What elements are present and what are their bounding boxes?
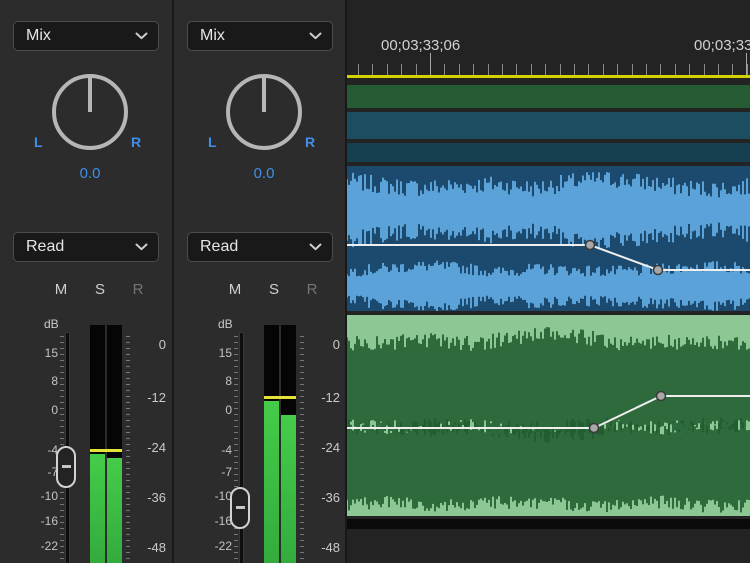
clip-video-track[interactable] xyxy=(347,85,750,108)
pan-right-label: R xyxy=(305,134,315,150)
solo-button[interactable]: S xyxy=(265,281,283,298)
level-meter-right xyxy=(281,325,296,563)
mute-button[interactable]: M xyxy=(52,281,70,298)
automation-mode-select[interactable]: Read xyxy=(13,232,159,262)
scale-tick-label: 0 xyxy=(196,403,232,417)
automation-mode-value: Read xyxy=(26,238,64,256)
scale-tick-label: 0 xyxy=(302,337,340,352)
track-divider-bar xyxy=(347,519,750,529)
audio-clip-1[interactable] xyxy=(347,166,750,311)
input-assign-select[interactable]: Mix xyxy=(13,21,159,51)
audio-track-mixer-window: Mix L R 0.0 Read M S R dB 15 8 0 -4 -7 -10 -16… xyxy=(0,0,750,563)
db-unit-label: dB xyxy=(44,317,59,331)
volume-fader[interactable] xyxy=(56,446,76,488)
level-meter-right xyxy=(107,325,122,563)
scale-tick-label: 15 xyxy=(196,346,232,360)
pan-knob[interactable] xyxy=(44,66,136,158)
scale-tick-label: -36 xyxy=(302,490,340,505)
scale-tick-label: -4 xyxy=(196,443,232,457)
scale-tick-label: 8 xyxy=(196,374,232,388)
scale-tick-label: 0 xyxy=(128,337,166,352)
chevron-down-icon xyxy=(135,243,148,251)
timeline-panel: 00;03;33;06 00;03;33 xyxy=(347,0,750,563)
level-meter-left xyxy=(264,325,279,563)
scale-tick-label: -48 xyxy=(302,540,340,555)
scale-tick-label: -7 xyxy=(196,465,232,479)
pan-value: 0.0 xyxy=(20,165,160,182)
scale-tick-label: -12 xyxy=(302,390,340,405)
automation-mode-value: Read xyxy=(200,238,238,256)
audio-clip-2[interactable] xyxy=(347,315,750,516)
scale-tick-label: -22 xyxy=(22,539,58,553)
record-arm-button[interactable]: R xyxy=(303,281,321,298)
scale-tick-label: -7 xyxy=(22,465,58,479)
scale-tick-label: 15 xyxy=(22,346,58,360)
clip-collapsed-track-2[interactable] xyxy=(347,143,750,162)
peak-hold-indicator xyxy=(90,449,122,452)
input-assign-value: Mix xyxy=(26,27,51,45)
pan-left-label: L xyxy=(34,134,43,150)
mixer-channel-strip-1: Mix L R 0.0 Read M S R dB 15 8 0 -4 -7 -10 -16… xyxy=(0,0,172,563)
pan-left-label: L xyxy=(208,134,217,150)
peak-hold-indicator xyxy=(264,396,296,399)
chevron-down-icon xyxy=(309,32,322,40)
scale-tick-label: -10 xyxy=(22,489,58,503)
scale-tick-label: 8 xyxy=(22,374,58,388)
scale-tick-label: -24 xyxy=(302,440,340,455)
panel-divider xyxy=(172,0,174,563)
chevron-down-icon xyxy=(135,32,148,40)
record-arm-button[interactable]: R xyxy=(129,281,147,298)
mute-button[interactable]: M xyxy=(226,281,244,298)
input-assign-value: Mix xyxy=(200,27,225,45)
audio-waveform xyxy=(347,166,750,311)
clip-collapsed-track-1[interactable] xyxy=(347,112,750,139)
input-assign-select[interactable]: Mix xyxy=(187,21,333,51)
solo-button[interactable]: S xyxy=(91,281,109,298)
scale-tick-label: -4 xyxy=(22,443,58,457)
timecode-label: 00;03;33 xyxy=(694,37,750,54)
scale-tick-label: -22 xyxy=(196,539,232,553)
timecode-label: 00;03;33;06 xyxy=(381,37,460,54)
pan-right-label: R xyxy=(131,134,141,150)
automation-mode-select[interactable]: Read xyxy=(187,232,333,262)
scale-tick-label: -16 xyxy=(22,514,58,528)
scale-tick-label: -16 xyxy=(196,514,232,528)
volume-fader[interactable] xyxy=(230,487,250,529)
pan-knob[interactable] xyxy=(218,66,310,158)
pan-value: 0.0 xyxy=(194,165,334,182)
scale-tick-label: -48 xyxy=(128,540,166,555)
audio-waveform xyxy=(347,315,750,516)
level-meter-left xyxy=(90,325,105,563)
mixer-channel-strip-2: Mix L R 0.0 Read M S R dB 15 8 0 -4 -7 -10 -16… xyxy=(174,0,346,563)
chevron-down-icon xyxy=(309,243,322,251)
scale-tick-label: 0 xyxy=(22,403,58,417)
scale-tick-label: -36 xyxy=(128,490,166,505)
scale-tick-label: -12 xyxy=(128,390,166,405)
scale-tick-label: -24 xyxy=(128,440,166,455)
ruler-yellow-line xyxy=(347,75,750,78)
scale-tick-label: -10 xyxy=(196,489,232,503)
db-unit-label: dB xyxy=(218,317,233,331)
